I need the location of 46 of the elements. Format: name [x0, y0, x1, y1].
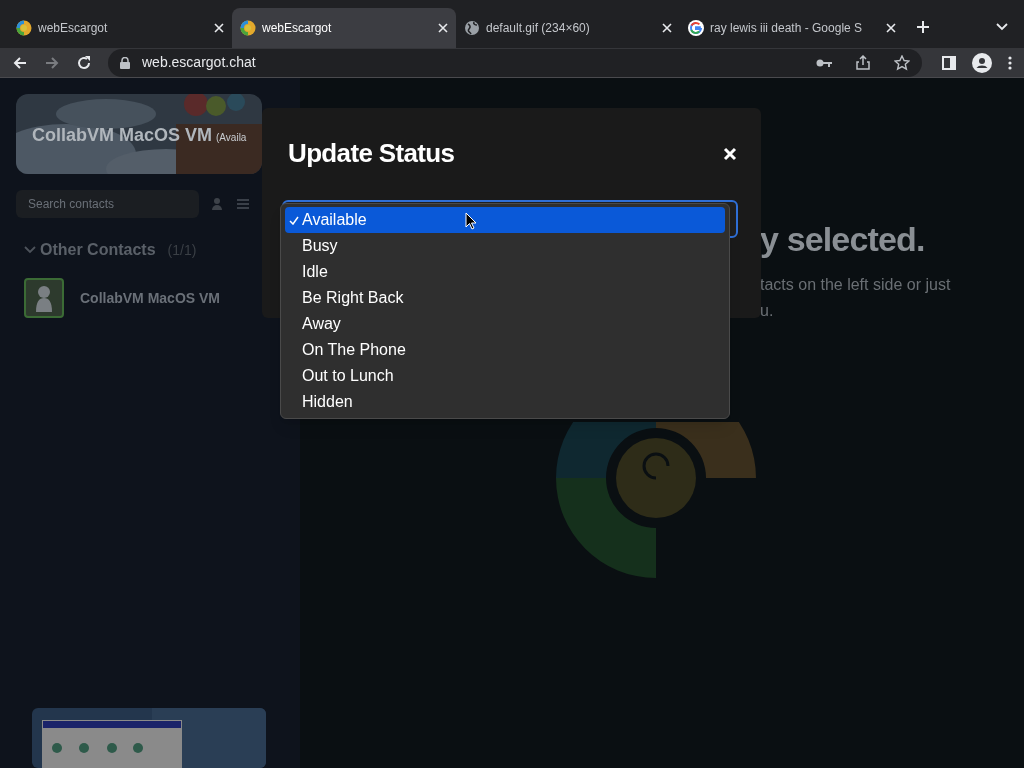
url-text: web.escargot.chat — [142, 53, 257, 72]
tab-title: default.gif (234×60) — [486, 20, 591, 37]
google-logo-icon — [688, 20, 704, 36]
close-icon[interactable] — [886, 23, 896, 33]
close-icon[interactable] — [214, 23, 224, 33]
reload-icon[interactable] — [76, 54, 92, 71]
contact-name[interactable]: CollabVM MacOS VM — [80, 287, 221, 309]
cursor-icon — [465, 212, 477, 230]
snail-logo-icon — [240, 20, 256, 36]
menu-icon[interactable] — [1008, 55, 1012, 70]
check-icon — [288, 215, 299, 225]
profile-name: CollabVM MacOS VM — [32, 124, 213, 147]
dropdown-option[interactable]: Away — [285, 311, 725, 337]
dropdown-option[interactable]: On The Phone — [285, 337, 725, 363]
group-name: Other Contacts — [40, 240, 156, 260]
avatar-icon — [24, 278, 64, 318]
dialog-title: Update Status — [288, 137, 455, 170]
back-icon[interactable] — [12, 54, 28, 71]
dropdown-option[interactable]: Be Right Back — [285, 285, 725, 311]
forward-icon[interactable] — [44, 54, 60, 71]
lock-icon — [120, 56, 130, 69]
star-icon[interactable] — [894, 54, 910, 71]
tab-title: webEscargot — [262, 20, 333, 37]
hint-text: u. — [760, 301, 775, 321]
address-bar[interactable]: web.escargot.chat — [108, 48, 922, 77]
hint-text: tacts on the left side or just — [760, 275, 951, 295]
dropdown-option[interactable]: Busy — [285, 233, 725, 259]
dropdown-option[interactable]: Idle — [285, 259, 725, 285]
heading: y selected. — [760, 219, 926, 260]
dropdown-option[interactable]: Hidden — [285, 389, 725, 415]
profile-icon[interactable] — [972, 52, 992, 73]
browser-tab[interactable]: webEscargot — [232, 8, 456, 48]
close-icon[interactable] — [438, 23, 448, 33]
tab-title: ray lewis iii death - Google S — [710, 20, 864, 37]
profile-status: (Availa — [216, 131, 247, 145]
share-icon[interactable] — [856, 55, 870, 70]
dropdown-option[interactable]: Out to Lunch — [285, 363, 725, 389]
dropdown-option[interactable]: Available — [285, 207, 725, 233]
snail-logo-icon — [16, 20, 32, 36]
search-field[interactable]: Search contacts — [16, 190, 199, 218]
globe-icon — [464, 20, 480, 36]
new-tab-icon[interactable] — [916, 20, 930, 34]
close-icon[interactable] — [662, 23, 672, 33]
side-panel-icon[interactable] — [942, 55, 956, 70]
key-icon[interactable] — [816, 57, 832, 68]
tab-title: webEscargot — [38, 20, 109, 37]
